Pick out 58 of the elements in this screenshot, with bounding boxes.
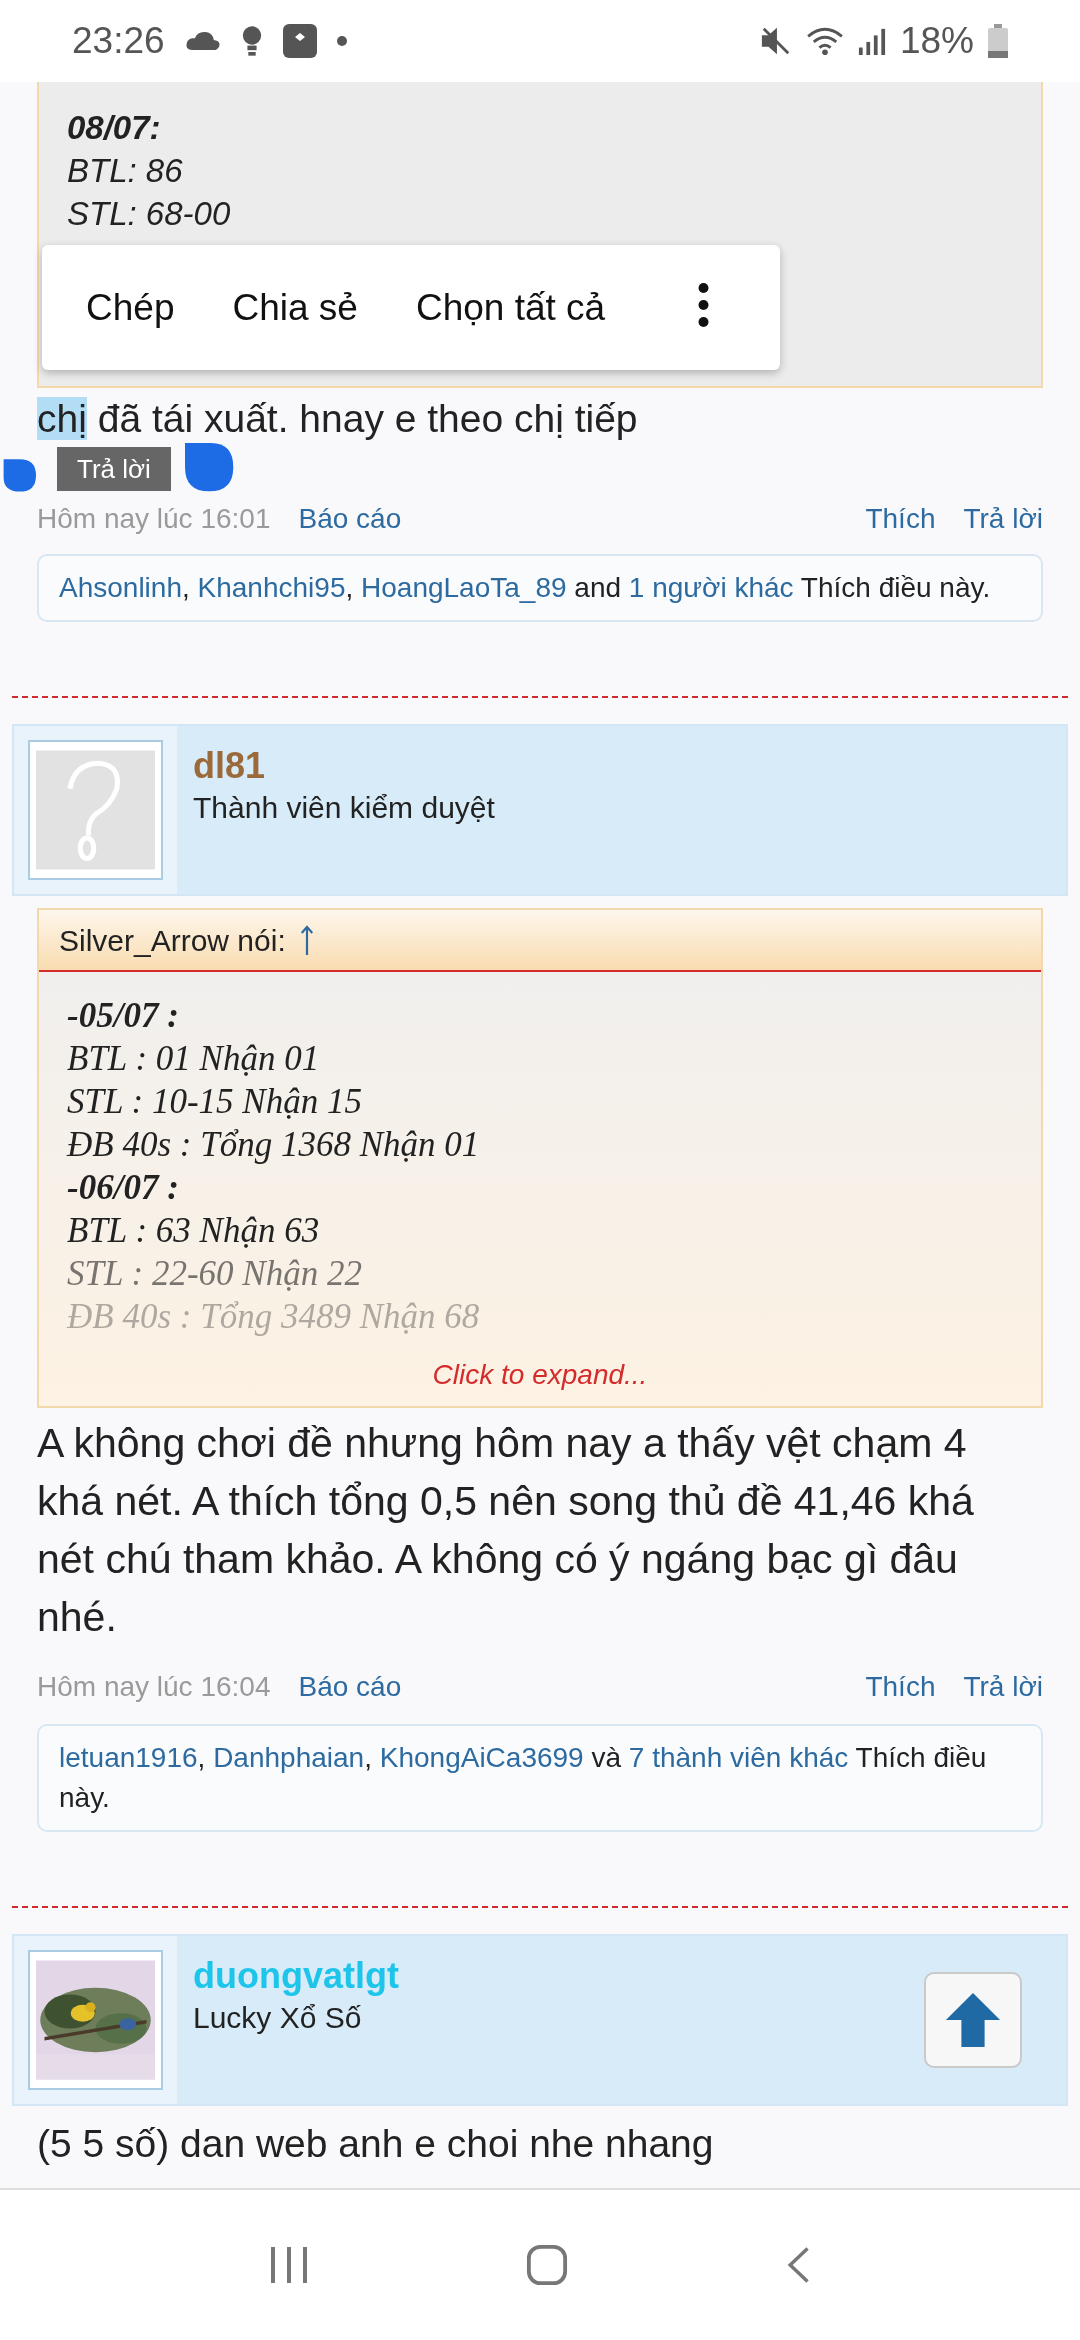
cloud-icon (184, 30, 221, 52)
battery-icon (988, 24, 1008, 58)
like-link[interactable]: Thích (865, 1670, 936, 1704)
clock: 23:26 (72, 19, 165, 64)
menu-item[interactable]: Chia sẻ (232, 279, 358, 336)
home-icon (526, 2244, 568, 2286)
post-time: Hôm nay lúc 16:04 (37, 1670, 271, 1704)
reply-link[interactable]: Trả lời (963, 1670, 1043, 1704)
user-link[interactable]: Khanhchi95 (197, 572, 346, 603)
menu-item[interactable]: Chọn tất cả (415, 279, 606, 336)
quote-line: BTL : 01 Nhận 01 (67, 1038, 321, 1080)
more-icon (697, 282, 709, 327)
user-link[interactable]: letuan1916 (59, 1742, 198, 1773)
quote-line: ĐB 40s : Tổng 3489 Nhận 68 (67, 1296, 481, 1338)
report-link[interactable]: Báo cáo (298, 1670, 402, 1704)
up-arrow-icon (299, 925, 314, 955)
quote-author: Silver_Arrow nói: (59, 922, 286, 959)
mute-icon (759, 25, 792, 57)
reply-link[interactable]: Trả lời (963, 502, 1043, 536)
post-text: chị đã tái xuất. hnay e theo chị tiếp (37, 396, 639, 442)
quote-date: -06/07 : (67, 1167, 180, 1209)
quote-line: BTL : 63 Nhận 63 (67, 1210, 321, 1252)
menu-item[interactable]: Chép (86, 279, 175, 336)
quote-line: STL : 10-15 Nhận 15 (67, 1081, 363, 1123)
dot-icon (336, 36, 347, 46)
recent-apps-icon (268, 2245, 309, 2285)
expand-link[interactable]: Click to expand... (432, 1354, 648, 1396)
scroll-to-top-button[interactable] (924, 1972, 1022, 2068)
others-link[interactable]: 7 thành viên khác (628, 1742, 849, 1773)
likes-text: letuan1916, Danhphaian, KhongAiCa3699 và 7 thành viên khác Thích điều này. (59, 1741, 988, 1815)
signal-icon (857, 27, 886, 55)
user-name[interactable]: dl81 (193, 744, 1066, 788)
user-link[interactable]: Ahsonlinh (59, 572, 182, 603)
avatar-placeholder-icon (28, 740, 163, 880)
tooltip: Trả lời (57, 447, 171, 491)
battery-percent: 18% (899, 19, 974, 64)
others-link[interactable]: 1 người khác (628, 572, 794, 603)
post-text: (5 5 số) dan web anh e choi nhe nhang (36, 2121, 715, 2167)
post-text: A không chơi đề nhưng hôm nay a thấy vệt chạm 4 khá nét. A thích tổng 0,5 nên song thủ đề 41,46 khá nét chú tham khảo. A không có ý ngáng bạc gì đâu nhé. (36, 1419, 975, 1642)
quote-line: STL : 22-60 Nhận 22 (67, 1253, 363, 1295)
lightbulb-icon (240, 25, 263, 57)
quote-date: -05/07 : (67, 995, 180, 1037)
likes-text: Ahsonlinh, Khanhchi95, HoangLaoTa_89 and 1 người khác Thích điều này. (59, 571, 992, 605)
quote-line: ĐB 40s : Tổng 1368 Nhận 01 (67, 1124, 481, 1166)
app-icon (282, 24, 317, 58)
user-link[interactable]: Danhphaian (213, 1742, 365, 1773)
quote-date: 08/07: (67, 108, 162, 148)
user-link[interactable]: KhongAiCa3699 (379, 1742, 584, 1773)
user-title: Thành viên kiểm duyệt (193, 790, 496, 826)
user-title: Lucky Xổ Số (193, 2000, 363, 2036)
report-link[interactable]: Báo cáo (298, 502, 402, 536)
like-link[interactable]: Thích (865, 502, 936, 536)
quote-line: STL: 68-00 (67, 194, 232, 234)
user-link[interactable]: HoangLaoTa_89 (361, 572, 567, 603)
quote-line: BTL: 86 (67, 151, 184, 191)
wifi-icon (805, 26, 844, 56)
post-time: Hôm nay lúc 16:01 (37, 502, 271, 536)
up-arrow-icon (944, 1991, 1002, 2049)
